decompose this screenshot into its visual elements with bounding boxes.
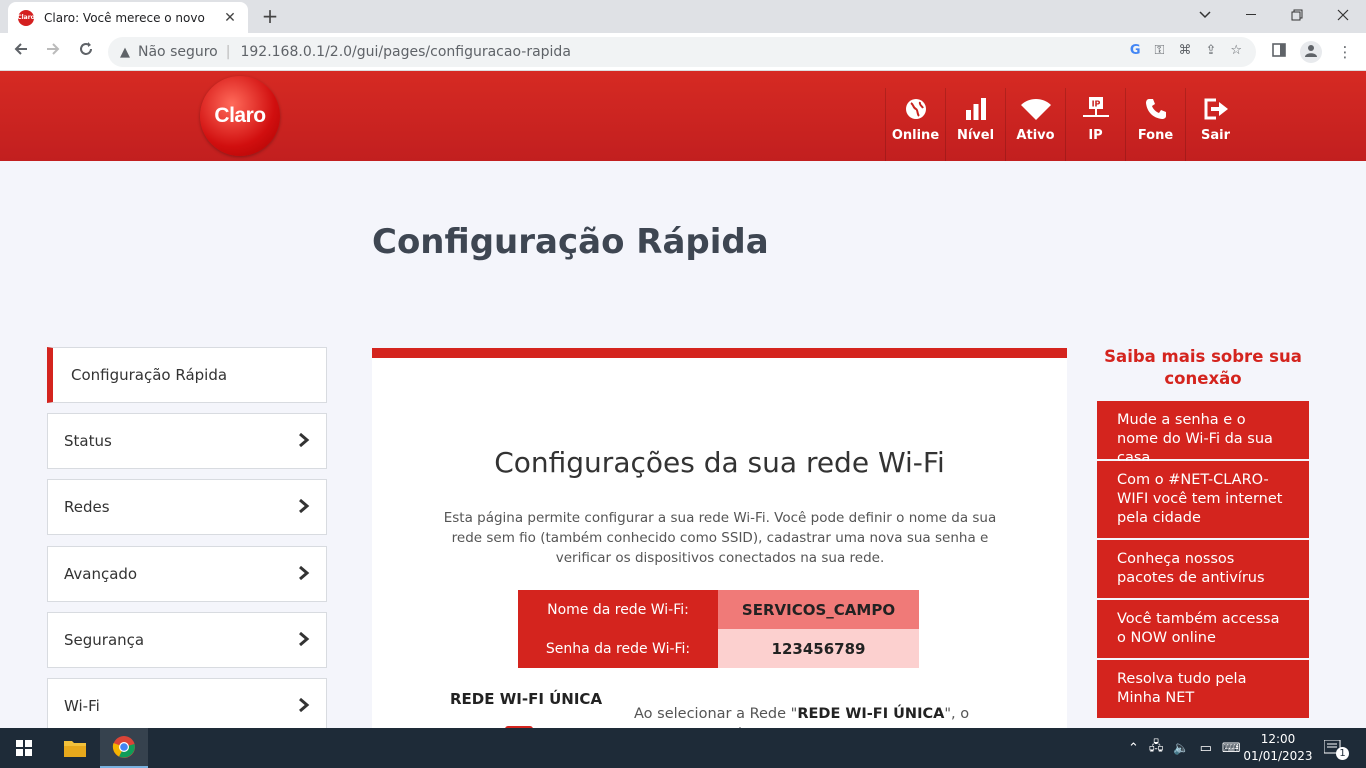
menu-item-label: Segurança bbox=[64, 631, 145, 649]
nav-ativo-label: Ativo bbox=[1016, 128, 1055, 143]
menu-item-avancado[interactable]: Avançado bbox=[47, 546, 327, 602]
nav-ativo[interactable]: Ativo bbox=[1005, 88, 1065, 161]
nav-nivel[interactable]: Nível bbox=[945, 88, 1005, 161]
chrome-icon[interactable] bbox=[100, 728, 148, 768]
chevron-right-icon bbox=[299, 565, 310, 581]
claro-header: Claro Online Nível Ativo IP IP Fone Sair bbox=[0, 71, 1366, 161]
card-heading: Configurações da sua rede Wi-Fi bbox=[494, 446, 945, 479]
sidebar-link-now-online[interactable]: Você também accessa o NOW online bbox=[1097, 600, 1309, 658]
chevron-right-icon bbox=[299, 432, 310, 448]
browser-toolbar: ▲ Não seguro | 192.168.0.1/2.0/gui/pages… bbox=[0, 33, 1366, 71]
sidebar-link-minha-net[interactable]: Resolva tudo pela Minha NET bbox=[1097, 660, 1309, 718]
back-icon[interactable] bbox=[10, 41, 32, 63]
nav-nivel-label: Nível bbox=[956, 128, 995, 143]
page-title: Configuração Rápida bbox=[372, 222, 769, 262]
menu-item-wifi[interactable]: Wi-Fi bbox=[47, 678, 327, 734]
nav-online[interactable]: Online bbox=[885, 88, 945, 161]
browser-tab[interactable]: Claro Claro: Você merece o novo ✕ bbox=[8, 2, 248, 33]
notification-count: 1 bbox=[1336, 746, 1349, 760]
wifi-password-label: Senha da rede Wi-Fi: bbox=[518, 629, 718, 668]
menu-item-redes[interactable]: Redes bbox=[47, 479, 327, 535]
tab-search-chevron-icon[interactable] bbox=[1182, 0, 1228, 30]
google-icon[interactable]: G bbox=[1130, 43, 1141, 58]
url-separator: | bbox=[225, 44, 231, 60]
logout-icon bbox=[1204, 94, 1228, 124]
system-tray: ⌃ 🖧 🔈 ▭ ⌨ bbox=[1128, 728, 1241, 768]
header-nav: Online Nível Ativo IP IP Fone Sair bbox=[885, 88, 1245, 161]
nav-ip[interactable]: IP IP bbox=[1065, 88, 1125, 161]
phone-icon bbox=[1145, 94, 1167, 124]
sidebar-link-antivirus[interactable]: Conheça nossos pacotes de antivírus bbox=[1097, 540, 1309, 598]
not-secure-label[interactable]: Não seguro bbox=[138, 44, 218, 60]
wifi-password-value: 123456789 bbox=[718, 629, 919, 668]
tray-chevron-up-icon[interactable]: ⌃ bbox=[1128, 741, 1139, 756]
notification-center-icon[interactable]: 1 bbox=[1324, 728, 1349, 768]
nav-sair[interactable]: Sair bbox=[1185, 88, 1245, 161]
wifi-password-row: Senha da rede Wi-Fi: 123456789 bbox=[518, 629, 919, 668]
wifi-icon bbox=[1020, 94, 1051, 124]
claro-logo[interactable]: Claro bbox=[200, 76, 280, 156]
menu-item-label: Avançado bbox=[64, 565, 138, 583]
key-icon[interactable]: ⚿ bbox=[1155, 43, 1165, 58]
svg-text:IP: IP bbox=[1091, 100, 1100, 109]
chevron-right-icon bbox=[299, 498, 310, 514]
new-tab-icon[interactable]: + bbox=[260, 6, 280, 26]
profile-avatar-icon[interactable] bbox=[1300, 41, 1322, 63]
sidebar-title: Saiba mais sobre sua conexão bbox=[1104, 347, 1302, 388]
wifi-settings-card: Configurações da sua rede Wi-Fi Esta pág… bbox=[372, 348, 1067, 764]
menu-item-seguranca[interactable]: Segurança bbox=[47, 612, 327, 668]
close-window-icon[interactable] bbox=[1320, 0, 1366, 30]
windows-start-icon[interactable] bbox=[0, 728, 48, 768]
restore-icon[interactable] bbox=[1274, 0, 1320, 30]
menu-item-configuracao-rapida[interactable]: Configuração Rápida bbox=[47, 347, 327, 403]
card-description: Esta página permite configurar a sua red… bbox=[443, 510, 997, 566]
globe-icon bbox=[905, 94, 927, 124]
menu-item-status[interactable]: Status bbox=[47, 413, 327, 469]
menu-item-label: Status bbox=[64, 432, 112, 450]
clock-date: 01/01/2023 bbox=[1243, 749, 1313, 763]
minimize-icon[interactable] bbox=[1228, 0, 1274, 30]
tab-close-icon[interactable]: ✕ bbox=[222, 10, 238, 26]
nav-sair-label: Sair bbox=[1200, 128, 1230, 143]
claro-favicon-icon: Claro bbox=[17, 9, 35, 26]
address-bar[interactable]: ▲ Não seguro | 192.168.0.1/2.0/gui/pages… bbox=[108, 37, 1256, 67]
windows-taskbar: ⌃ 🖧 🔈 ▭ ⌨ 12:00 01/01/2023 1 bbox=[0, 728, 1366, 768]
side-panel-icon[interactable] bbox=[1268, 41, 1290, 63]
wifi-name-row: Nome da rede Wi-Fi: SERVICOS_CAMPO bbox=[518, 590, 919, 629]
share-icon[interactable]: ⇪ bbox=[1205, 43, 1216, 58]
wifi-name-label: Nome da rede Wi-Fi: bbox=[518, 590, 718, 629]
wifi-info-table: Nome da rede Wi-Fi: SERVICOS_CAMPO Senha… bbox=[518, 590, 919, 668]
warning-icon[interactable]: ▲ bbox=[120, 45, 130, 60]
battery-icon[interactable]: ▭ bbox=[1200, 741, 1212, 756]
network-icon[interactable]: 🖧 bbox=[1149, 737, 1164, 759]
chevron-right-icon bbox=[299, 631, 310, 647]
file-explorer-icon[interactable] bbox=[51, 728, 99, 768]
taskbar-clock[interactable]: 12:00 01/01/2023 bbox=[1236, 731, 1320, 765]
sidebar-link-change-password[interactable]: Mude a senha e o nome do Wi-Fi da sua ca… bbox=[1097, 401, 1309, 466]
signal-bars-icon bbox=[965, 94, 987, 124]
sidebar-link-net-claro-wifi[interactable]: Com o #NET-CLARO-WIFI você tem internet … bbox=[1097, 461, 1309, 538]
menu-item-label: Wi-Fi bbox=[64, 697, 100, 715]
rede-unica-title: REDE WI-FI ÚNICA bbox=[450, 690, 603, 708]
menu-item-label: Redes bbox=[64, 498, 110, 516]
volume-icon[interactable]: 🔈 bbox=[1173, 741, 1189, 756]
translate-icon[interactable]: ⌘ bbox=[1178, 43, 1191, 58]
reload-icon[interactable] bbox=[75, 41, 97, 63]
browser-tabstrip: Claro Claro: Você merece o novo ✕ + bbox=[0, 0, 1366, 33]
nav-online-label: Online bbox=[891, 128, 940, 143]
ip-network-icon: IP bbox=[1082, 94, 1109, 124]
nav-fone-label: Fone bbox=[1137, 128, 1174, 143]
tab-title: Claro: Você merece o novo bbox=[44, 10, 205, 25]
clock-time: 12:00 bbox=[1260, 732, 1296, 746]
browser-menu-icon[interactable]: ⋮ bbox=[1334, 41, 1356, 63]
bookmark-star-icon[interactable]: ☆ bbox=[1230, 43, 1242, 58]
chevron-right-icon bbox=[299, 697, 310, 713]
nav-ip-label: IP bbox=[1088, 128, 1103, 143]
menu-item-label: Configuração Rápida bbox=[71, 366, 228, 384]
wifi-name-value: SERVICOS_CAMPO bbox=[718, 590, 919, 629]
nav-fone[interactable]: Fone bbox=[1125, 88, 1185, 161]
omnibox-actions: G ⚿ ⌘ ⇪ ☆ bbox=[1130, 43, 1242, 58]
forward-icon[interactable] bbox=[42, 41, 64, 63]
url-text[interactable]: 192.168.0.1/2.0/gui/pages/configuracao-r… bbox=[240, 44, 570, 60]
